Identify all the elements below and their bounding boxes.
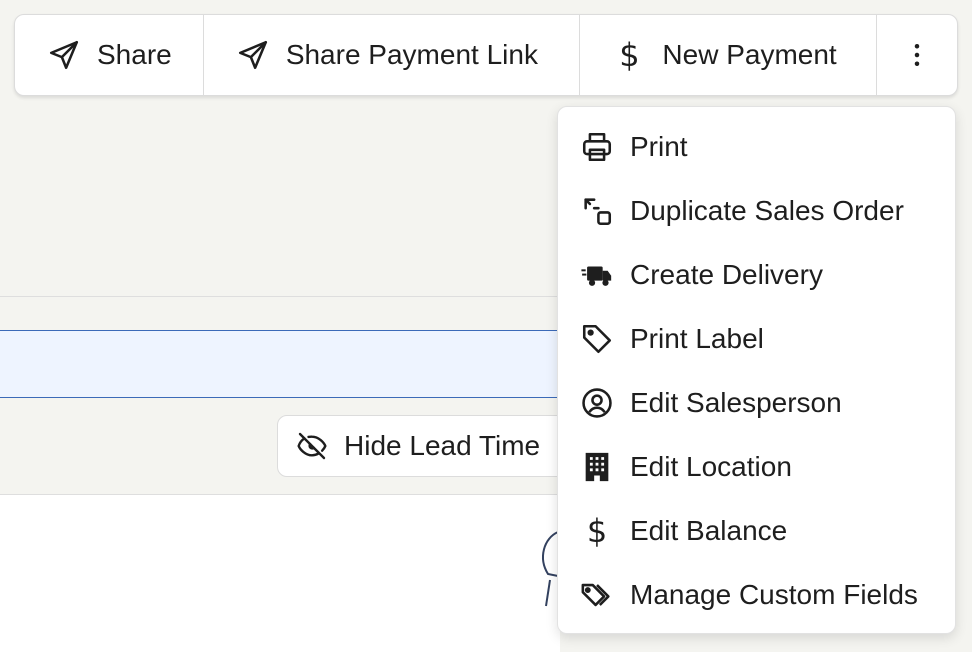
menu-item-label: Duplicate Sales Order: [630, 195, 904, 226]
menu-item-print[interactable]: Print: [558, 115, 955, 179]
menu-item-label: Print: [630, 131, 688, 162]
menu-item-label: Edit Salesperson: [630, 387, 842, 418]
new-payment-button[interactable]: $ New Payment: [580, 15, 878, 95]
more-actions-button[interactable]: [877, 15, 957, 95]
menu-item-edit-balance[interactable]: $ Edit Balance: [558, 499, 955, 563]
share-label: Share: [97, 39, 172, 70]
menu-item-label: Edit Location: [630, 451, 792, 482]
content-area: [0, 495, 560, 652]
hide-lead-time-label: Hide Lead Time: [344, 430, 541, 461]
duplicate-icon: [584, 198, 612, 226]
dollar-icon: $: [586, 512, 608, 550]
tags-icon: [581, 583, 610, 607]
menu-item-edit-salesperson[interactable]: Edit Salesperson: [558, 371, 955, 435]
menu-item-edit-location[interactable]: Edit Location: [558, 435, 955, 499]
menu-item-create-delivery[interactable]: Create Delivery: [558, 243, 955, 307]
menu-item-label: Print Label: [630, 323, 764, 354]
hide-lead-time-button[interactable]: Hide Lead Time: [277, 415, 577, 477]
truck-icon: [581, 266, 612, 286]
menu-item-label: Create Delivery: [630, 259, 823, 290]
section-divider: [0, 296, 560, 297]
send-icon: [238, 40, 267, 70]
dollar-icon: $: [619, 36, 640, 74]
menu-item-print-label[interactable]: Print Label: [558, 307, 955, 371]
user-circle-icon: [582, 388, 612, 418]
action-toolbar: Share Share Payment Link $ New Payment: [14, 14, 958, 96]
eye-off-icon: [297, 432, 327, 460]
selected-row-band: [0, 330, 560, 398]
new-payment-label: New Payment: [662, 39, 837, 70]
share-payment-link-button[interactable]: Share Payment Link: [204, 15, 581, 95]
send-icon: [49, 40, 79, 70]
building-icon: [585, 452, 609, 482]
more-vertical-icon: [914, 44, 920, 66]
menu-item-manage-custom-fields[interactable]: Manage Custom Fields: [558, 563, 955, 627]
share-button[interactable]: Share: [15, 15, 204, 95]
menu-item-label: Edit Balance: [630, 515, 788, 546]
more-actions-menu: Print Duplicate Sales Order Create Deliv…: [557, 106, 956, 634]
menu-item-duplicate-sales-order[interactable]: Duplicate Sales Order: [558, 179, 955, 243]
share-payment-link-label: Share Payment Link: [285, 39, 538, 70]
printer-icon: [582, 132, 612, 162]
menu-item-label: Manage Custom Fields: [630, 579, 918, 610]
tag-icon: [582, 324, 612, 354]
